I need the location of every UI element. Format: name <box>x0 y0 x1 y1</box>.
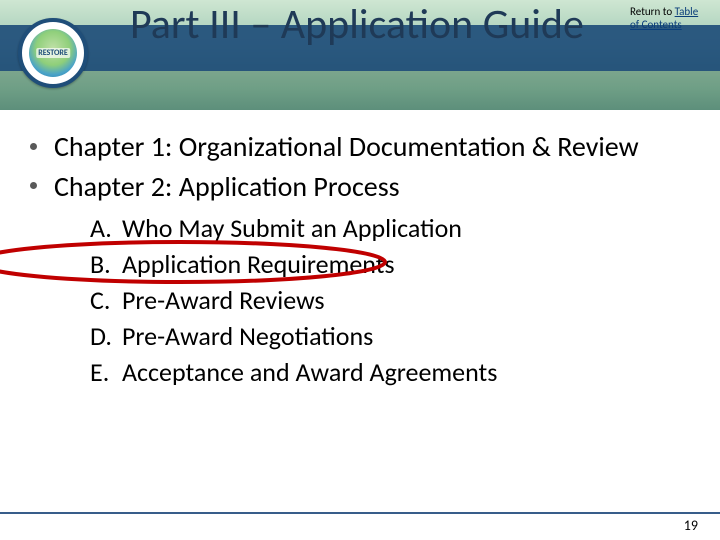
chapter-text: Chapter 2: Application Process <box>54 169 400 204</box>
list-text: Application Requirements <box>122 247 395 283</box>
list-item: B. Application Requirements <box>90 247 690 283</box>
toc-prefix: Return to <box>630 5 675 18</box>
list-item: E. Acceptance and Award Agreements <box>90 355 690 391</box>
restore-logo: RESTORE <box>18 18 88 88</box>
chapter-item: Chapter 2: Application Process <box>30 170 690 204</box>
header-banner: RESTORE Part III – Application Guide Ret… <box>0 0 720 110</box>
list-letter: E. <box>90 355 122 391</box>
bullet-icon <box>30 143 37 150</box>
slide-body: Chapter 1: Organizational Documentation … <box>30 130 690 391</box>
page-number: 19 <box>684 517 698 534</box>
list-text: Pre-Award Reviews <box>122 283 325 319</box>
list-letter: B. <box>90 247 122 283</box>
chapter-item: Chapter 1: Organizational Documentation … <box>30 130 690 164</box>
return-toc: Return to Table of Contents <box>630 6 700 31</box>
list-text: Acceptance and Award Agreements <box>122 355 497 391</box>
list-letter: D. <box>90 319 122 355</box>
list-text: Who May Submit an Application <box>122 211 462 247</box>
list-item: A. Who May Submit an Application <box>90 211 690 247</box>
list-item: C. Pre-Award Reviews <box>90 283 690 319</box>
sub-list: A. Who May Submit an Application B. Appl… <box>30 211 690 390</box>
bullet-icon <box>30 182 37 189</box>
list-letter: A. <box>90 211 122 247</box>
list-letter: C. <box>90 283 122 319</box>
chapter-text: Chapter 1: Organizational Documentation … <box>54 129 639 164</box>
list-item: D. Pre-Award Negotiations <box>90 319 690 355</box>
slide-title: Part III – Application Guide <box>130 2 630 47</box>
slide: RESTORE Part III – Application Guide Ret… <box>0 0 720 540</box>
list-text: Pre-Award Negotiations <box>122 319 373 355</box>
logo-text: RESTORE <box>36 48 70 58</box>
footer-divider <box>0 512 720 514</box>
